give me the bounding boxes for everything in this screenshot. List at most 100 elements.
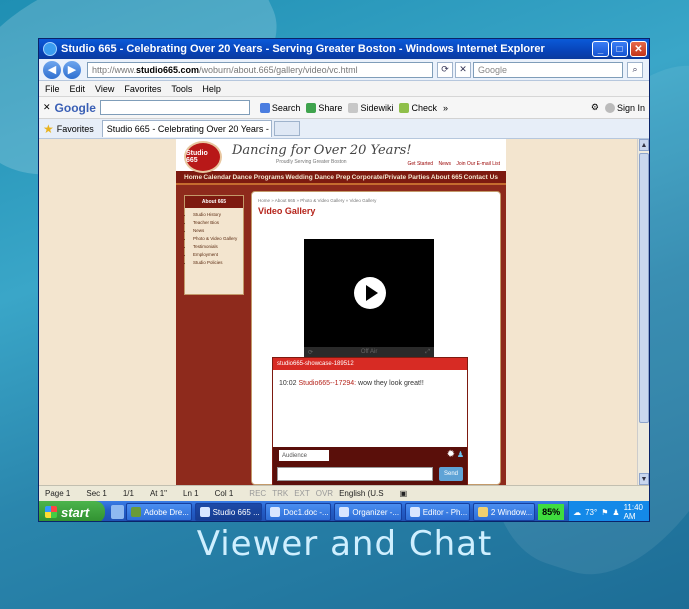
about-item[interactable]: Studio History bbox=[193, 212, 241, 217]
spelling-icon[interactable]: ▣ bbox=[400, 489, 408, 498]
check-button[interactable]: Check bbox=[399, 102, 437, 113]
task-studio-665[interactable]: Studio 665 ... bbox=[194, 503, 263, 521]
nav-corporate[interactable]: Corporate/Private Parties bbox=[352, 174, 430, 181]
wrench-icon[interactable]: ⚙ bbox=[591, 102, 599, 113]
address-input[interactable]: http://www. studio665.com/woburn/about.66… bbox=[87, 61, 433, 78]
start-button[interactable]: start bbox=[39, 501, 105, 521]
task-doc1[interactable]: Doc1.doc -... bbox=[265, 503, 332, 521]
google-icon bbox=[259, 102, 270, 113]
star-icon: ★ bbox=[43, 121, 54, 136]
clock[interactable]: 11:40 AM bbox=[624, 503, 643, 521]
minimize-button[interactable]: _ bbox=[592, 41, 609, 57]
menu-file[interactable]: File bbox=[45, 84, 60, 94]
content-panel: Home » About 665 » Photo & Video Gallery… bbox=[251, 191, 501, 485]
stop-icon[interactable]: ✕ bbox=[455, 61, 471, 78]
nav-contact[interactable]: Contact Us bbox=[464, 174, 498, 181]
close-button[interactable]: ✕ bbox=[630, 41, 647, 57]
task-windows-group[interactable]: 2 Window... bbox=[472, 503, 536, 521]
about-item[interactable]: Teacher Bios bbox=[193, 220, 241, 225]
chat-user[interactable]: Studio665--17294: bbox=[298, 380, 356, 387]
search-icon[interactable]: ⌕ bbox=[627, 61, 643, 78]
status-at: At 1" bbox=[149, 489, 168, 498]
address-bar: ◀ ▶ http://www. studio665.com/woburn/abou… bbox=[39, 59, 649, 81]
menu-view[interactable]: View bbox=[95, 84, 114, 94]
video-controls: ⟳ Off Air ⤢ bbox=[304, 347, 434, 357]
battery-indicator[interactable]: 85% bbox=[538, 504, 565, 520]
maximize-button[interactable]: □ bbox=[611, 41, 628, 57]
more-button[interactable]: » bbox=[443, 103, 448, 113]
nav-about[interactable]: About 665 bbox=[431, 174, 462, 181]
google-search-button[interactable]: Search bbox=[259, 102, 300, 113]
fullscreen-icon[interactable]: ⤢ bbox=[425, 349, 430, 356]
chat-panel: studio665-showcase-189512 10:02 Studio66… bbox=[272, 357, 468, 485]
status-ln: Ln 1 bbox=[183, 489, 199, 498]
title-bar: Studio 665 - Celebrating Over 20 Years -… bbox=[39, 39, 649, 59]
status-ovr[interactable]: OVR bbox=[316, 489, 333, 498]
about-item[interactable]: Photo & Video Gallery bbox=[193, 236, 241, 241]
about-item[interactable]: Employment bbox=[193, 252, 241, 257]
back-button[interactable]: ◀ bbox=[43, 60, 61, 79]
menu-tools[interactable]: Tools bbox=[171, 84, 192, 94]
quicklaunch-icon[interactable] bbox=[110, 505, 124, 519]
user-icon[interactable]: ♟ bbox=[612, 508, 619, 517]
network-icon[interactable]: ⚑ bbox=[601, 508, 608, 517]
menu-help[interactable]: Help bbox=[202, 84, 221, 94]
task-adobe-dreamweaver[interactable]: Adobe Dre... bbox=[125, 503, 192, 521]
status-trk[interactable]: TRK bbox=[272, 489, 288, 498]
nav-dance-programs[interactable]: Dance Programs bbox=[232, 174, 284, 181]
audience-tab[interactable]: Audience bbox=[279, 450, 329, 461]
close-toolbar-icon[interactable]: ✕ bbox=[43, 102, 51, 113]
word-icon bbox=[270, 507, 281, 517]
scroll-up-icon[interactable]: ▲ bbox=[639, 139, 649, 151]
sidewiki-button[interactable]: Sidewiki bbox=[348, 102, 393, 113]
play-icon[interactable] bbox=[354, 277, 386, 309]
nav-calendar[interactable]: Calendar bbox=[203, 174, 231, 181]
scroll-down-icon[interactable]: ▼ bbox=[639, 473, 649, 485]
status-ext[interactable]: EXT bbox=[294, 489, 310, 498]
weather-icon[interactable]: ☁ bbox=[573, 508, 581, 517]
user-icon bbox=[604, 102, 615, 113]
nav-home[interactable]: Home bbox=[184, 174, 202, 181]
studio-logo[interactable]: Studio 665 bbox=[184, 141, 222, 173]
status-language[interactable]: English (U.S bbox=[339, 489, 383, 498]
about-item[interactable]: News bbox=[193, 228, 241, 233]
vertical-scrollbar[interactable]: ▲ ▼ bbox=[637, 139, 649, 485]
chat-input[interactable] bbox=[277, 467, 433, 481]
system-tray: ☁ 73° ⚑ ♟ 11:40 AM bbox=[568, 501, 649, 521]
refresh-icon[interactable]: ⟳ bbox=[308, 349, 313, 356]
person-icon[interactable]: ♟ bbox=[457, 450, 464, 459]
google-search-input[interactable] bbox=[99, 100, 250, 115]
link-news[interactable]: News bbox=[438, 161, 451, 167]
about-item[interactable]: Testimonials bbox=[193, 244, 241, 249]
favorites-button[interactable]: Favorites bbox=[57, 124, 94, 134]
about-heading: About 665 bbox=[185, 196, 243, 208]
status-rec[interactable]: REC bbox=[249, 489, 266, 498]
video-player[interactable] bbox=[304, 239, 434, 347]
site-tagline-sub: Proudly Serving Greater Boston bbox=[276, 159, 347, 165]
refresh-icon[interactable]: ⟳ bbox=[437, 61, 453, 78]
sign-in-button[interactable]: Sign In bbox=[604, 102, 645, 113]
menu-edit[interactable]: Edit bbox=[70, 84, 86, 94]
share-button[interactable]: Share bbox=[306, 102, 342, 113]
search-input[interactable]: Google bbox=[473, 61, 623, 78]
about-item[interactable]: Studio Policies bbox=[193, 260, 241, 265]
ie-icon bbox=[43, 42, 57, 56]
link-email-list[interactable]: Join Our E-mail List bbox=[456, 161, 500, 167]
new-tab-button[interactable] bbox=[273, 121, 300, 136]
scroll-thumb[interactable] bbox=[639, 153, 649, 423]
browser-tab[interactable]: Studio 665 - Celebrating Over 20 Years -… bbox=[101, 120, 272, 137]
send-button[interactable]: Send bbox=[439, 467, 463, 481]
site-tagline: Dancing for Over 20 Years! bbox=[232, 143, 412, 158]
ie-icon bbox=[199, 507, 210, 517]
google-logo: Google bbox=[54, 100, 96, 115]
nav-wedding[interactable]: Wedding Dance Prep bbox=[285, 174, 350, 181]
task-organizer[interactable]: Organizer -... bbox=[334, 503, 402, 521]
task-editor[interactable]: Editor - Ph... bbox=[404, 503, 470, 521]
forward-button[interactable]: ▶ bbox=[63, 60, 81, 79]
gear-icon[interactable]: ✹ bbox=[447, 449, 455, 460]
temperature[interactable]: 73° bbox=[585, 508, 597, 517]
link-get-started[interactable]: Get Started bbox=[408, 161, 434, 167]
status-col: Col 1 bbox=[214, 489, 234, 498]
chat-channel: studio665-showcase-189512 bbox=[273, 358, 467, 370]
menu-favorites[interactable]: Favorites bbox=[124, 84, 161, 94]
